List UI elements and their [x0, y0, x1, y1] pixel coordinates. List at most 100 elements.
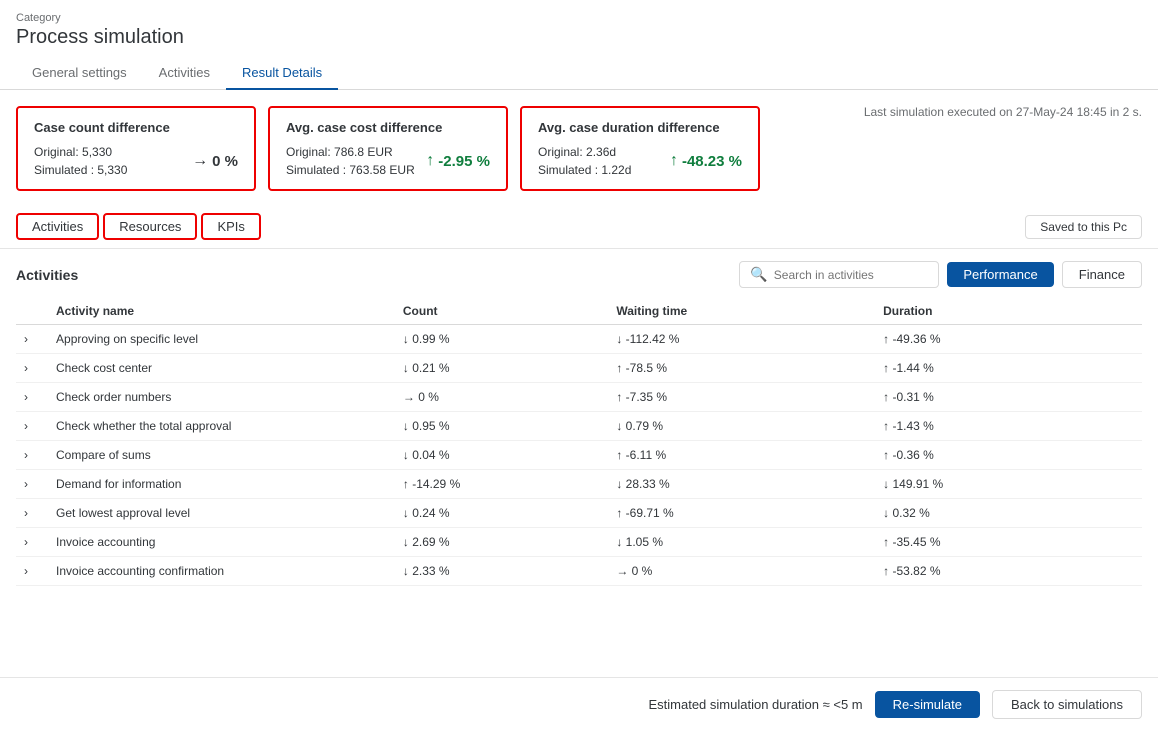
- back-to-simulations-button[interactable]: Back to simulations: [992, 690, 1142, 719]
- sub-tab-kpis[interactable]: KPIs: [201, 213, 260, 240]
- row-dur-0: ↑ -49.36 %: [875, 325, 1142, 354]
- table-row: › Check whether the total approval ↓ 0.9…: [16, 412, 1142, 441]
- row-wait-5: ↓ 28.33 %: [608, 470, 875, 499]
- kpi-avg-duration-original: Original: 2.36d: [538, 145, 631, 159]
- table-row: › Compare of sums ↓ 0.04 % ↑ -6.11 % ↑ -…: [16, 441, 1142, 470]
- row-count-5: ↑ -14.29 %: [395, 470, 608, 499]
- category-label: Category: [16, 12, 184, 24]
- activities-section-title: Activities: [16, 267, 78, 283]
- tab-general-settings[interactable]: General settings: [16, 57, 143, 90]
- row-name-2: Check order numbers: [48, 383, 395, 412]
- activities-table-scroll[interactable]: Activity name Count Waiting time Duratio…: [16, 298, 1142, 586]
- kpi-card-avg-cost: Avg. case cost difference Original: 786.…: [268, 106, 508, 191]
- sub-tabs-row: Activities Resources KPIs Saved to this …: [0, 203, 1158, 249]
- row-wait-7: ↓ 1.05 %: [608, 528, 875, 557]
- kpi-case-count-original: Original: 5,330: [34, 145, 127, 159]
- row-dur-3: ↑ -1.43 %: [875, 412, 1142, 441]
- search-icon: 🔍: [750, 266, 767, 283]
- table-row: › Check cost center ↓ 0.21 % ↑ -78.5 % ↑…: [16, 354, 1142, 383]
- table-row: › Approving on specific level ↓ 0.99 % ↓…: [16, 325, 1142, 354]
- table-row: › Demand for information ↑ -14.29 % ↓ 28…: [16, 470, 1142, 499]
- table-row: › Get lowest approval level ↓ 0.24 % ↑ -…: [16, 499, 1142, 528]
- row-wait-2: ↑ -7.35 %: [608, 383, 875, 412]
- kpi-avg-cost-title: Avg. case cost difference: [286, 120, 490, 135]
- arrow-neutral-icon: →: [192, 152, 208, 170]
- finance-button[interactable]: Finance: [1062, 261, 1142, 288]
- row-expand-4[interactable]: ›: [16, 441, 48, 470]
- row-count-7: ↓ 2.69 %: [395, 528, 608, 557]
- sub-tabs: Activities Resources KPIs: [16, 213, 261, 240]
- row-name-8: Invoice accounting confirmation: [48, 557, 395, 586]
- table-header-count: Count: [395, 298, 608, 325]
- row-dur-5: ↓ 149.91 %: [875, 470, 1142, 499]
- table-row: › Invoice accounting ↓ 2.69 % ↓ 1.05 % ↑…: [16, 528, 1142, 557]
- re-simulate-button[interactable]: Re-simulate: [875, 691, 980, 718]
- row-name-1: Check cost center: [48, 354, 395, 383]
- arrow-up-icon: ↑: [426, 152, 434, 170]
- activities-table: Activity name Count Waiting time Duratio…: [16, 298, 1142, 586]
- row-wait-8: → 0 %: [608, 557, 875, 586]
- kpi-avg-cost-original: Original: 786.8 EUR: [286, 145, 415, 159]
- row-count-3: ↓ 0.95 %: [395, 412, 608, 441]
- row-wait-1: ↑ -78.5 %: [608, 354, 875, 383]
- row-name-5: Demand for information: [48, 470, 395, 499]
- row-name-6: Get lowest approval level: [48, 499, 395, 528]
- row-name-4: Compare of sums: [48, 441, 395, 470]
- search-input[interactable]: [774, 268, 929, 282]
- row-wait-0: ↓ -112.42 %: [608, 325, 875, 354]
- tab-activities[interactable]: Activities: [143, 57, 226, 90]
- row-name-3: Check whether the total approval: [48, 412, 395, 441]
- kpi-avg-cost-simulated: Simulated : 763.58 EUR: [286, 163, 415, 177]
- row-dur-7: ↑ -35.45 %: [875, 528, 1142, 557]
- search-box[interactable]: 🔍: [739, 261, 939, 288]
- row-expand-7[interactable]: ›: [16, 528, 48, 557]
- footer: Estimated simulation duration ≈ <5 m Re-…: [0, 677, 1158, 731]
- table-header-duration: Duration: [875, 298, 1142, 325]
- sub-tab-resources[interactable]: Resources: [103, 213, 197, 240]
- activities-area: Activities 🔍 Performance Finance Activit…: [0, 249, 1158, 677]
- row-dur-1: ↑ -1.44 %: [875, 354, 1142, 383]
- row-count-1: ↓ 0.21 %: [395, 354, 608, 383]
- performance-button[interactable]: Performance: [947, 262, 1053, 287]
- row-expand-6[interactable]: ›: [16, 499, 48, 528]
- save-to-pc-button[interactable]: Saved to this Pc: [1025, 215, 1142, 239]
- kpi-case-count-title: Case count difference: [34, 120, 238, 135]
- page-title: Process simulation: [16, 26, 184, 49]
- tab-result-details[interactable]: Result Details: [226, 57, 338, 90]
- row-name-0: Approving on specific level: [48, 325, 395, 354]
- row-expand-2[interactable]: ›: [16, 383, 48, 412]
- arrow-up-icon-2: ↑: [670, 152, 678, 170]
- row-name-7: Invoice accounting: [48, 528, 395, 557]
- row-count-2: → 0 %: [395, 383, 608, 412]
- footer-estimated-duration: Estimated simulation duration ≈ <5 m: [648, 697, 862, 712]
- kpi-avg-cost-diff: ↑ -2.95 %: [426, 152, 490, 170]
- row-count-4: ↓ 0.04 %: [395, 441, 608, 470]
- kpi-case-count-simulated: Simulated : 5,330: [34, 163, 127, 177]
- row-expand-1[interactable]: ›: [16, 354, 48, 383]
- row-dur-8: ↑ -53.82 %: [875, 557, 1142, 586]
- row-wait-6: ↑ -69.71 %: [608, 499, 875, 528]
- kpi-card-case-count: Case count difference Original: 5,330 Si…: [16, 106, 256, 191]
- activities-header: Activities 🔍 Performance Finance: [16, 261, 1142, 288]
- sub-tab-activities[interactable]: Activities: [16, 213, 99, 240]
- table-row: › Check order numbers → 0 % ↑ -7.35 % ↑ …: [16, 383, 1142, 412]
- main-tabs: General settings Activities Result Detai…: [0, 57, 1158, 90]
- row-dur-4: ↑ -0.36 %: [875, 441, 1142, 470]
- row-count-8: ↓ 2.33 %: [395, 557, 608, 586]
- row-count-6: ↓ 0.24 %: [395, 499, 608, 528]
- table-header-expand: [16, 298, 48, 325]
- row-expand-5[interactable]: ›: [16, 470, 48, 499]
- activities-controls: 🔍 Performance Finance: [739, 261, 1142, 288]
- table-header-activity-name: Activity name: [48, 298, 395, 325]
- kpi-avg-duration-diff: ↑ -48.23 %: [670, 152, 742, 170]
- row-expand-0[interactable]: ›: [16, 325, 48, 354]
- row-dur-2: ↑ -0.31 %: [875, 383, 1142, 412]
- row-expand-8[interactable]: ›: [16, 557, 48, 586]
- row-dur-6: ↓ 0.32 %: [875, 499, 1142, 528]
- row-expand-3[interactable]: ›: [16, 412, 48, 441]
- kpi-avg-duration-simulated: Simulated : 1.22d: [538, 163, 631, 177]
- row-count-0: ↓ 0.99 %: [395, 325, 608, 354]
- kpi-card-avg-duration: Avg. case duration difference Original: …: [520, 106, 760, 191]
- table-header-waiting-time: Waiting time: [608, 298, 875, 325]
- row-wait-4: ↑ -6.11 %: [608, 441, 875, 470]
